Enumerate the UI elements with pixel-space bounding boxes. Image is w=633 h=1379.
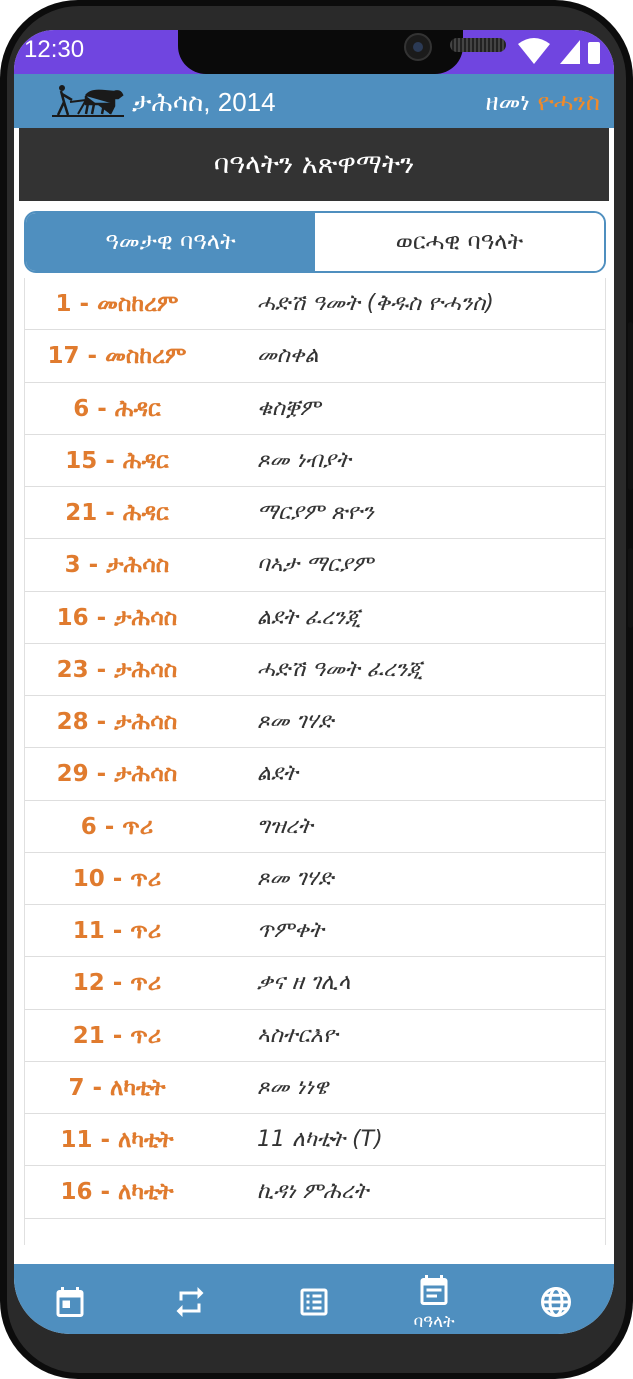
holiday-date: 28 - ታሕሳስ <box>56 709 178 735</box>
list-item[interactable]: 29 - ታሕሳስ ልደት <box>25 748 605 801</box>
holiday-name: ጾመ ነነዌ <box>257 1074 329 1100</box>
era-prefix: ዘመነ <box>485 88 530 116</box>
list-item[interactable]: 21 - ሕዳር ማርያም ጽዮን <box>25 487 605 540</box>
holiday-type-tabs: ዓመታዊ ባዓላት ወርሓዊ ባዓላት <box>24 211 606 273</box>
holiday-date: 6 - ጥሪ <box>80 813 154 840</box>
holiday-name: ኣስተርእዮ <box>257 1022 338 1048</box>
holiday-name: ልደት <box>257 761 298 787</box>
list-item[interactable]: 12 - ጥሪ ቃና ዘ ገሊላ <box>25 957 605 1010</box>
list-item[interactable]: 1 - መስከረም ሓድሽ ዓመት (ቅዱስ ዮሓንስ) <box>25 278 605 331</box>
list-item[interactable]: 16 - ለካቲት ኪዳነ ምሕረት <box>25 1166 605 1219</box>
ox-plow-logo-icon <box>52 85 124 117</box>
list-icon <box>300 1288 328 1316</box>
holiday-name: 11 ለካቲት (T) <box>257 1127 383 1152</box>
wifi-icon <box>518 38 550 64</box>
holiday-date: 17 - መስከረም <box>47 343 187 370</box>
holiday-date: 7 - ለካቲት <box>68 1074 166 1101</box>
nav-list[interactable] <box>274 1264 354 1334</box>
list-item[interactable]: 21 - ጥሪ ኣስተርእዮ <box>25 1010 605 1062</box>
holiday-date: 1 - መስከረም <box>55 291 179 317</box>
status-bar: 12:30 <box>14 30 614 74</box>
nav-holidays[interactable]: ባዓላት <box>394 1264 474 1334</box>
system-status-icons <box>518 38 600 64</box>
signal-icon <box>560 40 580 64</box>
list-item[interactable]: 7 - ለካቲት ጾመ ነነዌ <box>25 1062 605 1114</box>
holiday-date: 16 - ታሕሳስ <box>56 604 178 631</box>
holiday-date: 3 - ታሕሳስ <box>64 552 170 579</box>
list-item-partial[interactable] <box>25 1219 605 1246</box>
holiday-date: 6 - ሕዳር <box>73 395 161 422</box>
holiday-date: 11 - ጥሪ <box>72 918 162 944</box>
holiday-name: ጾመ ነብያት <box>257 447 351 473</box>
list-item[interactable]: 3 - ታሕሳስ ባኣታ ማርያም <box>25 539 605 592</box>
holiday-date: 15 - ሕዳር <box>65 447 169 474</box>
nav-holidays-label: ባዓላት <box>413 1312 455 1332</box>
calendar-icon <box>56 1287 84 1317</box>
earpiece-speaker <box>450 38 506 52</box>
screen: 12:30 ታሕሳስ, 2014 ዘመነ ዮሓንስ ባዓላትን አጽዋማትን ዓ… <box>14 30 614 1334</box>
holiday-date: 11 - ለካቲት <box>60 1127 174 1153</box>
holiday-date: 16 - ለካቲት <box>60 1179 174 1206</box>
battery-icon <box>588 42 600 64</box>
front-camera <box>404 33 432 61</box>
bottom-navigation: ባዓላት <box>14 1264 614 1334</box>
holiday-name: ባኣታ ማርያም <box>257 552 374 578</box>
era-name: ዮሓንስ <box>537 88 600 116</box>
tab-annual-holidays[interactable]: ዓመታዊ ባዓላት <box>26 213 315 271</box>
convert-icon <box>176 1287 204 1317</box>
holiday-name: ሓድሽ ዓመት ፈረንጂ <box>257 656 424 682</box>
volume-button <box>628 322 633 490</box>
holiday-date: 12 - ጥሪ <box>72 970 162 997</box>
nav-convert[interactable] <box>150 1264 230 1334</box>
list-item[interactable]: 11 - ለካቲት 11 ለካቲት (T) <box>25 1114 605 1167</box>
events-icon <box>420 1275 448 1305</box>
holiday-name: ጾመ ገሃድ <box>257 865 334 891</box>
current-month-title[interactable]: ታሕሳስ, 2014 <box>132 87 276 119</box>
list-item[interactable]: 6 - ጥሪ ግዝረት <box>25 801 605 853</box>
list-item[interactable]: 15 - ሕዳር ጾመ ነብያት <box>25 435 605 487</box>
holiday-date: 21 - ጥሪ <box>72 1022 162 1049</box>
holiday-date: 29 - ታሕሳስ <box>56 761 178 788</box>
holiday-name: ኪዳነ ምሕረት <box>257 1179 369 1205</box>
app-bar: ታሕሳስ, 2014 ዘመነ ዮሓንስ <box>14 74 614 128</box>
list-item[interactable]: 11 - ጥሪ ጥምቀት <box>25 905 605 958</box>
holiday-name: ጾመ ገሃድ <box>257 709 334 734</box>
holiday-name: መስቀል <box>257 343 319 369</box>
camera-notch <box>178 30 506 74</box>
holiday-name: ጥምቀት <box>257 918 324 943</box>
status-time: 12:30 <box>24 36 85 63</box>
list-item[interactable]: 17 - መስከረም መስቀል <box>25 330 605 383</box>
holiday-name: ግዝረት <box>257 813 313 839</box>
holiday-list[interactable]: 1 - መስከረም ሓድሽ ዓመት (ቅዱስ ዮሓንስ) 17 - መስከረም መስ… <box>24 278 606 1245</box>
list-item[interactable]: 16 - ታሕሳስ ልደት ፈረንጂ <box>25 592 605 644</box>
holiday-date: 23 - ታሕሳስ <box>56 656 178 683</box>
holiday-name: ቃና ዘ ገሊላ <box>257 970 351 996</box>
list-item[interactable]: 10 - ጥሪ ጾመ ገሃድ <box>25 853 605 905</box>
page-title: ባዓላትን አጽዋማትን <box>19 128 609 201</box>
holiday-date: 10 - ጥሪ <box>72 865 162 892</box>
holiday-name: ሓድሽ ዓመት (ቅዱስ ዮሓንስ) <box>257 291 494 316</box>
list-item[interactable]: 28 - ታሕሳስ ጾመ ገሃድ <box>25 696 605 749</box>
holiday-name: ልደት ፈረንጂ <box>257 604 362 630</box>
holiday-date: 21 - ሕዳር <box>65 500 169 526</box>
nav-calendar[interactable] <box>30 1264 110 1334</box>
list-item[interactable]: 6 - ሕዳር ቁስቛም <box>25 383 605 435</box>
tab-monthly-holidays[interactable]: ወርሓዊ ባዓላት <box>315 213 604 271</box>
list-item[interactable]: 23 - ታሕሳስ ሓድሽ ዓመት ፈረንጂ <box>25 644 605 696</box>
holiday-name: ቁስቛም <box>257 395 321 421</box>
era-label: ዘመነ ዮሓንስ <box>486 88 600 116</box>
nav-globe[interactable] <box>516 1264 596 1334</box>
holiday-name: ማርያም ጽዮን <box>257 500 374 525</box>
globe-icon <box>541 1287 571 1317</box>
power-button <box>628 548 633 628</box>
